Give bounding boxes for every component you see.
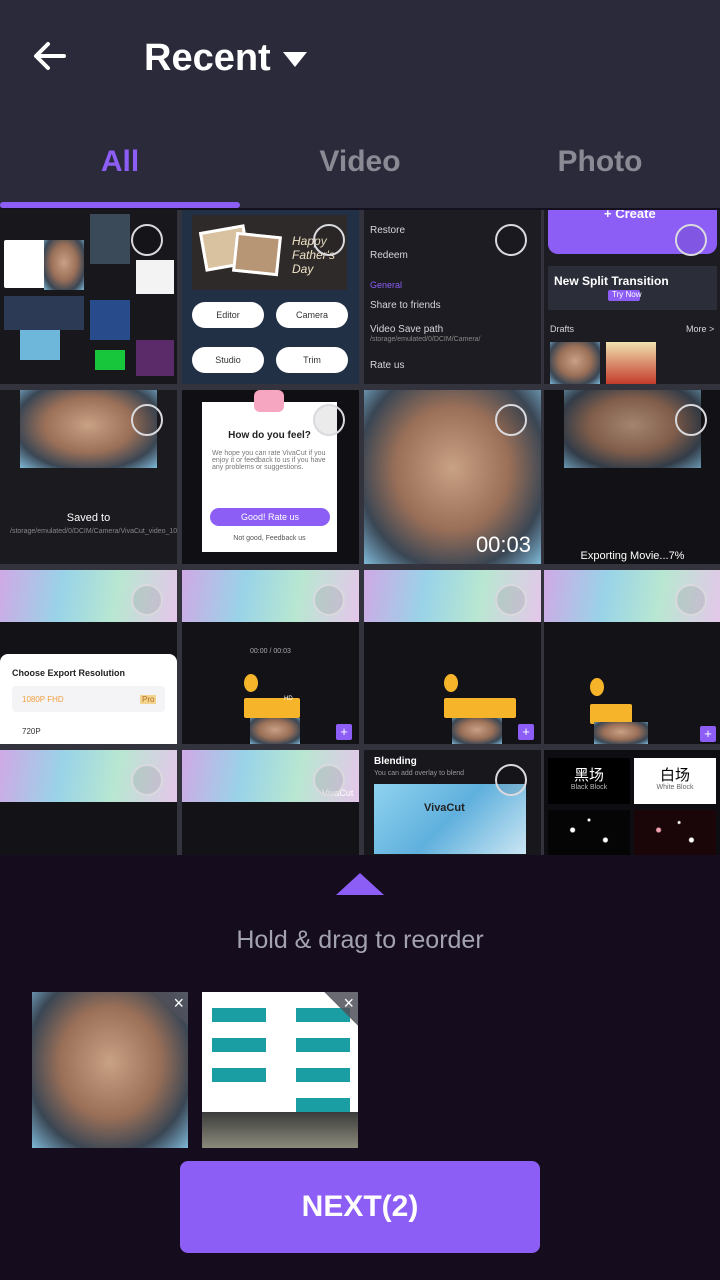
media-item[interactable]: + bbox=[364, 570, 541, 744]
media-item[interactable]: Exporting Movie...7% bbox=[544, 390, 720, 564]
album-selector[interactable]: Recent bbox=[144, 36, 307, 80]
media-item[interactable]: How do you feel? We hope you can rate Vi… bbox=[182, 390, 359, 564]
media-item[interactable]: + bbox=[544, 570, 720, 744]
back-arrow-icon[interactable] bbox=[30, 36, 70, 76]
reorder-hint: Hold & drag to reorder bbox=[236, 926, 484, 954]
select-circle[interactable] bbox=[131, 584, 163, 616]
select-circle[interactable] bbox=[131, 224, 163, 256]
select-circle[interactable] bbox=[675, 584, 707, 616]
transition-blocks-thumbnail: 黑场 Black Block 白场 White Block bbox=[544, 750, 720, 855]
media-item[interactable]: Happy Father's Day Editor Camera Studio … bbox=[182, 210, 359, 384]
select-circle[interactable] bbox=[313, 404, 345, 436]
media-item[interactable]: VivaCut bbox=[182, 750, 359, 855]
media-item[interactable]: + Create New Split Transition Try Now Dr… bbox=[544, 210, 720, 384]
select-circle[interactable] bbox=[131, 764, 163, 796]
media-type-tabs: All Video Photo bbox=[0, 130, 720, 194]
remove-icon[interactable]: × bbox=[154, 992, 188, 1026]
media-item[interactable]: Restore Redeem General Share to friends … bbox=[364, 210, 541, 384]
video-duration: 00:03 bbox=[475, 532, 531, 557]
media-item[interactable] bbox=[0, 210, 177, 384]
camera-shortcut: Camera bbox=[276, 302, 348, 328]
top-bar: Recent All Video Photo bbox=[0, 0, 720, 208]
select-circle[interactable] bbox=[675, 404, 707, 436]
selected-item[interactable]: × bbox=[202, 992, 358, 1148]
select-circle[interactable] bbox=[313, 224, 345, 256]
tab-photo[interactable]: Photo bbox=[480, 130, 720, 194]
dropdown-caret-icon bbox=[282, 51, 307, 67]
media-item[interactable]: Blending You can add overlay to blend Vi… bbox=[364, 750, 541, 855]
tab-video[interactable]: Video bbox=[240, 130, 480, 194]
active-tab-indicator bbox=[0, 202, 240, 208]
media-item[interactable]: Saved to /storage/emulated/0/DCIM/Camera… bbox=[0, 390, 177, 564]
editor-shortcut: Editor bbox=[192, 302, 264, 328]
select-circle[interactable] bbox=[495, 404, 527, 436]
media-item[interactable]: 黑场 Black Block 白场 White Block bbox=[544, 750, 720, 855]
select-circle[interactable] bbox=[495, 224, 527, 256]
media-item[interactable]: 00:03 bbox=[364, 390, 541, 564]
select-circle[interactable] bbox=[313, 764, 345, 796]
select-circle[interactable] bbox=[313, 584, 345, 616]
selected-item[interactable]: × bbox=[32, 992, 188, 1148]
remove-icon[interactable]: × bbox=[324, 992, 358, 1026]
media-grid: Happy Father's Day Editor Camera Studio … bbox=[0, 210, 720, 855]
tab-all[interactable]: All bbox=[0, 130, 240, 194]
expand-tray-arrow-icon[interactable] bbox=[336, 873, 384, 895]
select-circle[interactable] bbox=[495, 584, 527, 616]
media-item[interactable] bbox=[0, 750, 177, 855]
select-circle[interactable] bbox=[495, 764, 527, 796]
next-button[interactable]: NEXT(2) bbox=[180, 1161, 540, 1253]
select-circle[interactable] bbox=[131, 404, 163, 436]
trim-shortcut: Trim bbox=[276, 347, 348, 373]
studio-shortcut: Studio bbox=[192, 347, 264, 373]
media-item[interactable]: Choose Export Resolution 1080P FHD Pro 7… bbox=[0, 570, 177, 744]
media-item[interactable]: 00:00 / 00:03 HD + bbox=[182, 570, 359, 744]
select-circle[interactable] bbox=[675, 224, 707, 256]
album-title: Recent bbox=[144, 36, 271, 79]
